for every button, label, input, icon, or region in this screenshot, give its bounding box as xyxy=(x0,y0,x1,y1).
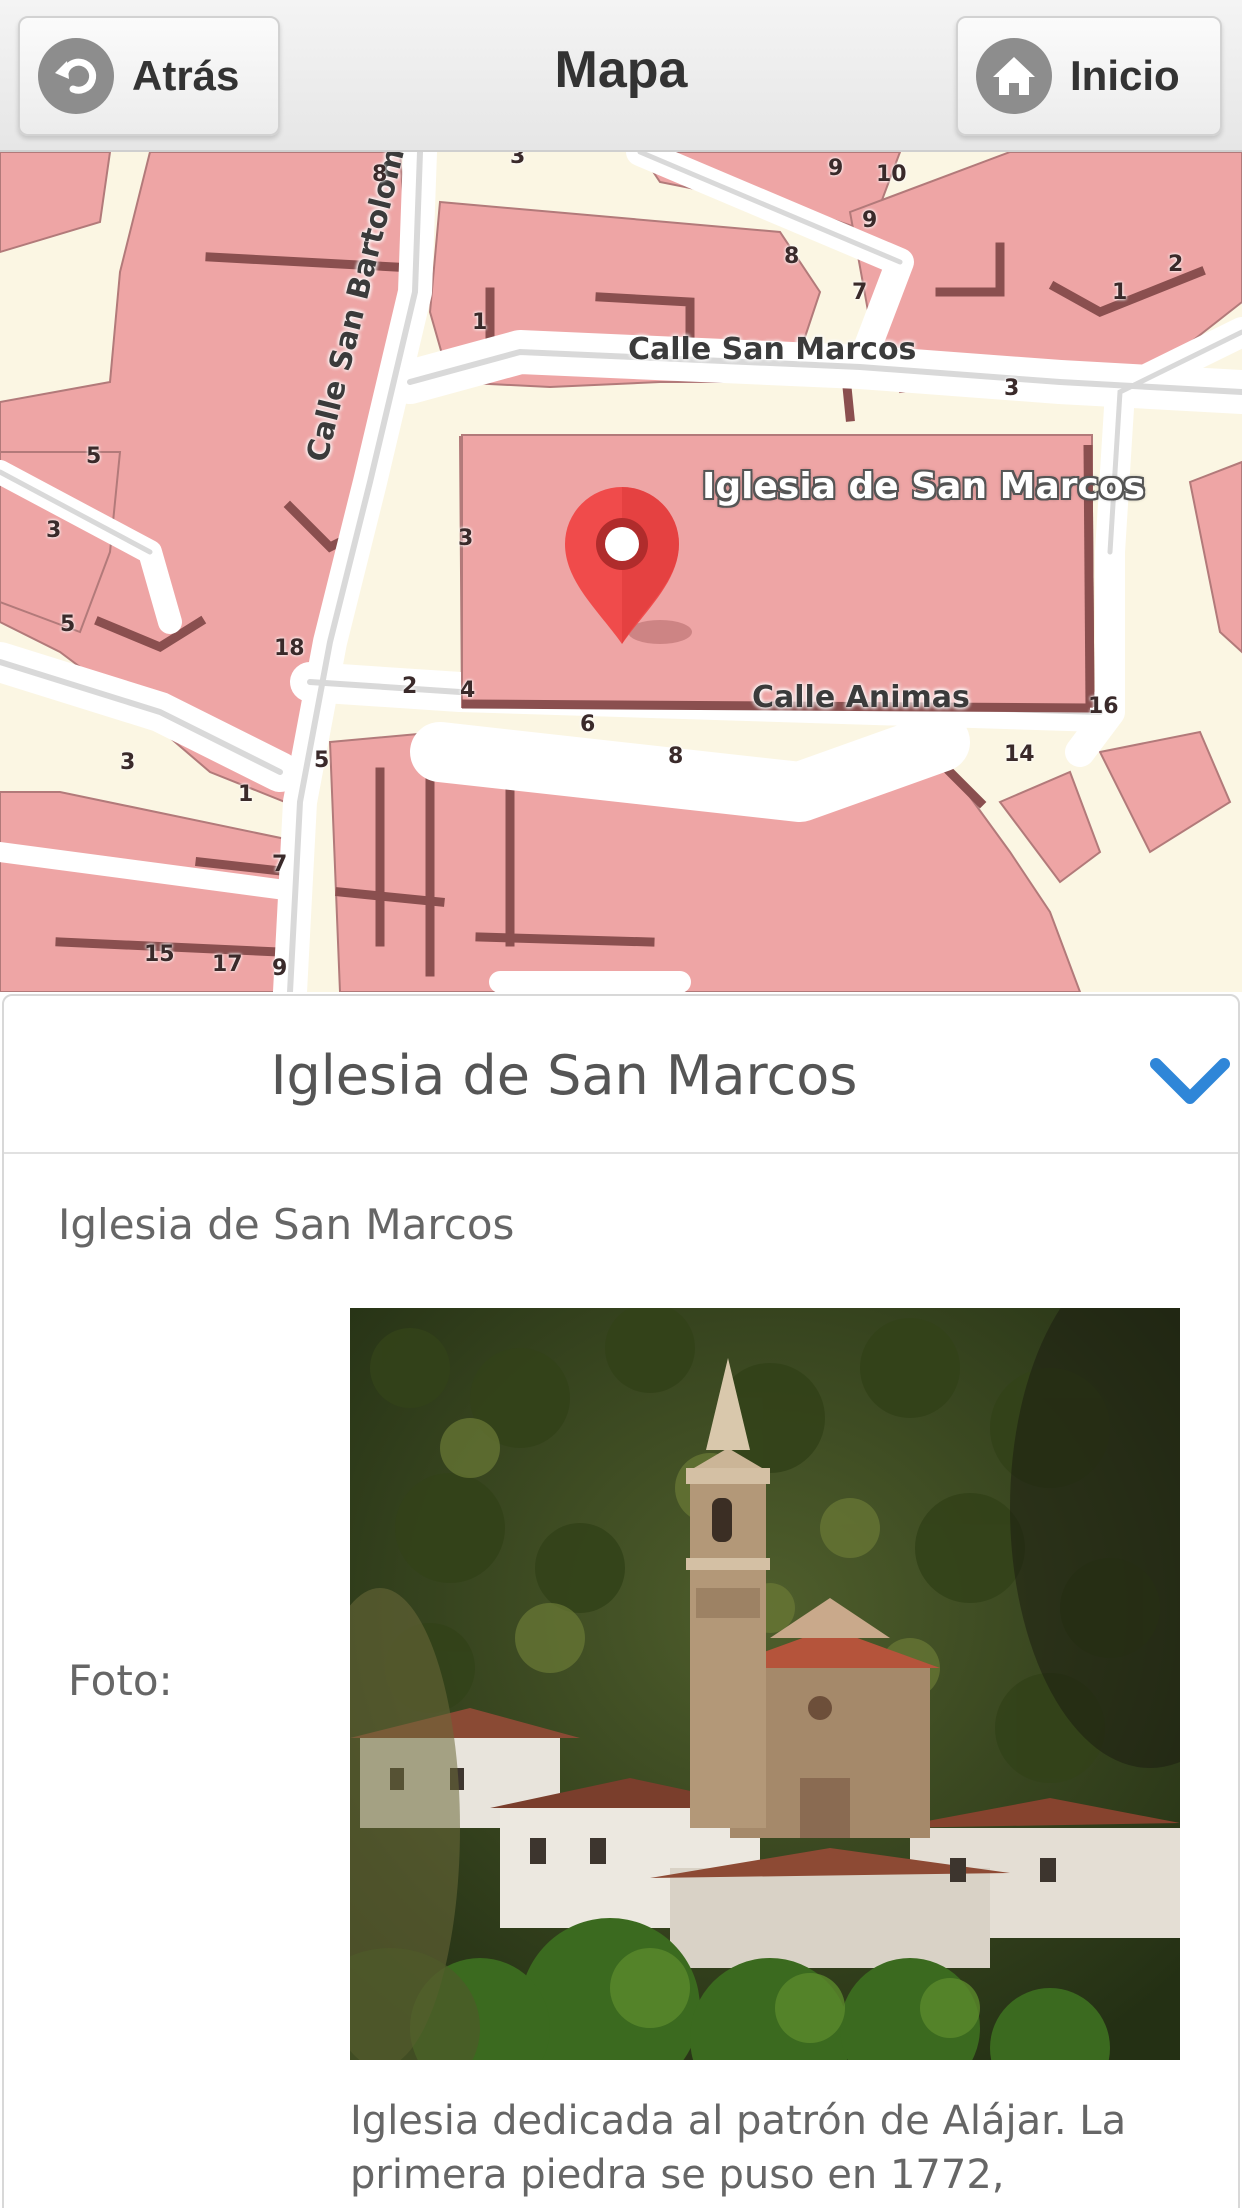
place-name: Iglesia de San Marcos xyxy=(58,1200,515,1249)
house-number: 8 xyxy=(784,244,800,269)
street-label: Calle San Marcos xyxy=(628,332,917,367)
house-number: 9 xyxy=(862,208,878,233)
house-number: 16 xyxy=(1088,694,1119,719)
house-number: 5 xyxy=(86,444,102,469)
poi-label[interactable]: Iglesia de San Marcos xyxy=(702,466,1145,507)
house-number: 3 xyxy=(1004,376,1020,401)
description-text: Iglesia dedicada al patrón de Alájar. La… xyxy=(350,2098,1127,2198)
house-number: 14 xyxy=(1004,742,1035,767)
house-number: 3 xyxy=(458,526,474,551)
top-bar: Atrás Mapa Inicio xyxy=(0,0,1242,152)
chevron-down-icon[interactable] xyxy=(1146,1044,1234,1114)
street-label: Calle Animas xyxy=(752,680,970,715)
house-number: 1 xyxy=(238,782,254,807)
house-number: 3 xyxy=(120,750,136,775)
home-label: Inicio xyxy=(1070,52,1180,99)
info-panel: Iglesia de San Marcos Iglesia de San Mar… xyxy=(2,994,1240,2208)
house-number: 7 xyxy=(852,280,868,305)
house-number: 1 xyxy=(1112,280,1128,305)
photo-label: Foto: xyxy=(68,1656,173,1705)
house-number: 1 xyxy=(472,310,488,335)
house-number: 4 xyxy=(460,678,476,703)
panel-title: Iglesia de San Marcos xyxy=(270,1044,858,1107)
house-number: 7 xyxy=(272,852,288,877)
church-photo xyxy=(350,1308,1180,2060)
house-number: 9 xyxy=(828,156,844,181)
home-button[interactable]: Inicio xyxy=(956,16,1222,136)
house-number: 3 xyxy=(510,152,526,169)
house-number: 8 xyxy=(372,162,388,187)
house-number: 5 xyxy=(314,748,330,773)
panel-header[interactable]: Iglesia de San Marcos xyxy=(4,996,1238,1154)
house-number: 3 xyxy=(46,518,62,543)
house-number: 15 xyxy=(144,942,175,967)
house-number: 5 xyxy=(60,612,76,637)
house-number: 6 xyxy=(580,712,596,737)
house-number: 2 xyxy=(402,674,418,699)
home-icon xyxy=(976,38,1052,114)
house-number: 9 xyxy=(272,956,288,981)
house-number: 10 xyxy=(876,162,907,187)
house-number: 18 xyxy=(274,636,305,661)
house-number: 2 xyxy=(1168,252,1184,277)
map-canvas xyxy=(0,152,1242,992)
house-number: 17 xyxy=(212,952,243,977)
map-view[interactable]: Iglesia de San Marcos Calle San Marcos C… xyxy=(0,152,1242,992)
house-number: 8 xyxy=(668,744,684,769)
